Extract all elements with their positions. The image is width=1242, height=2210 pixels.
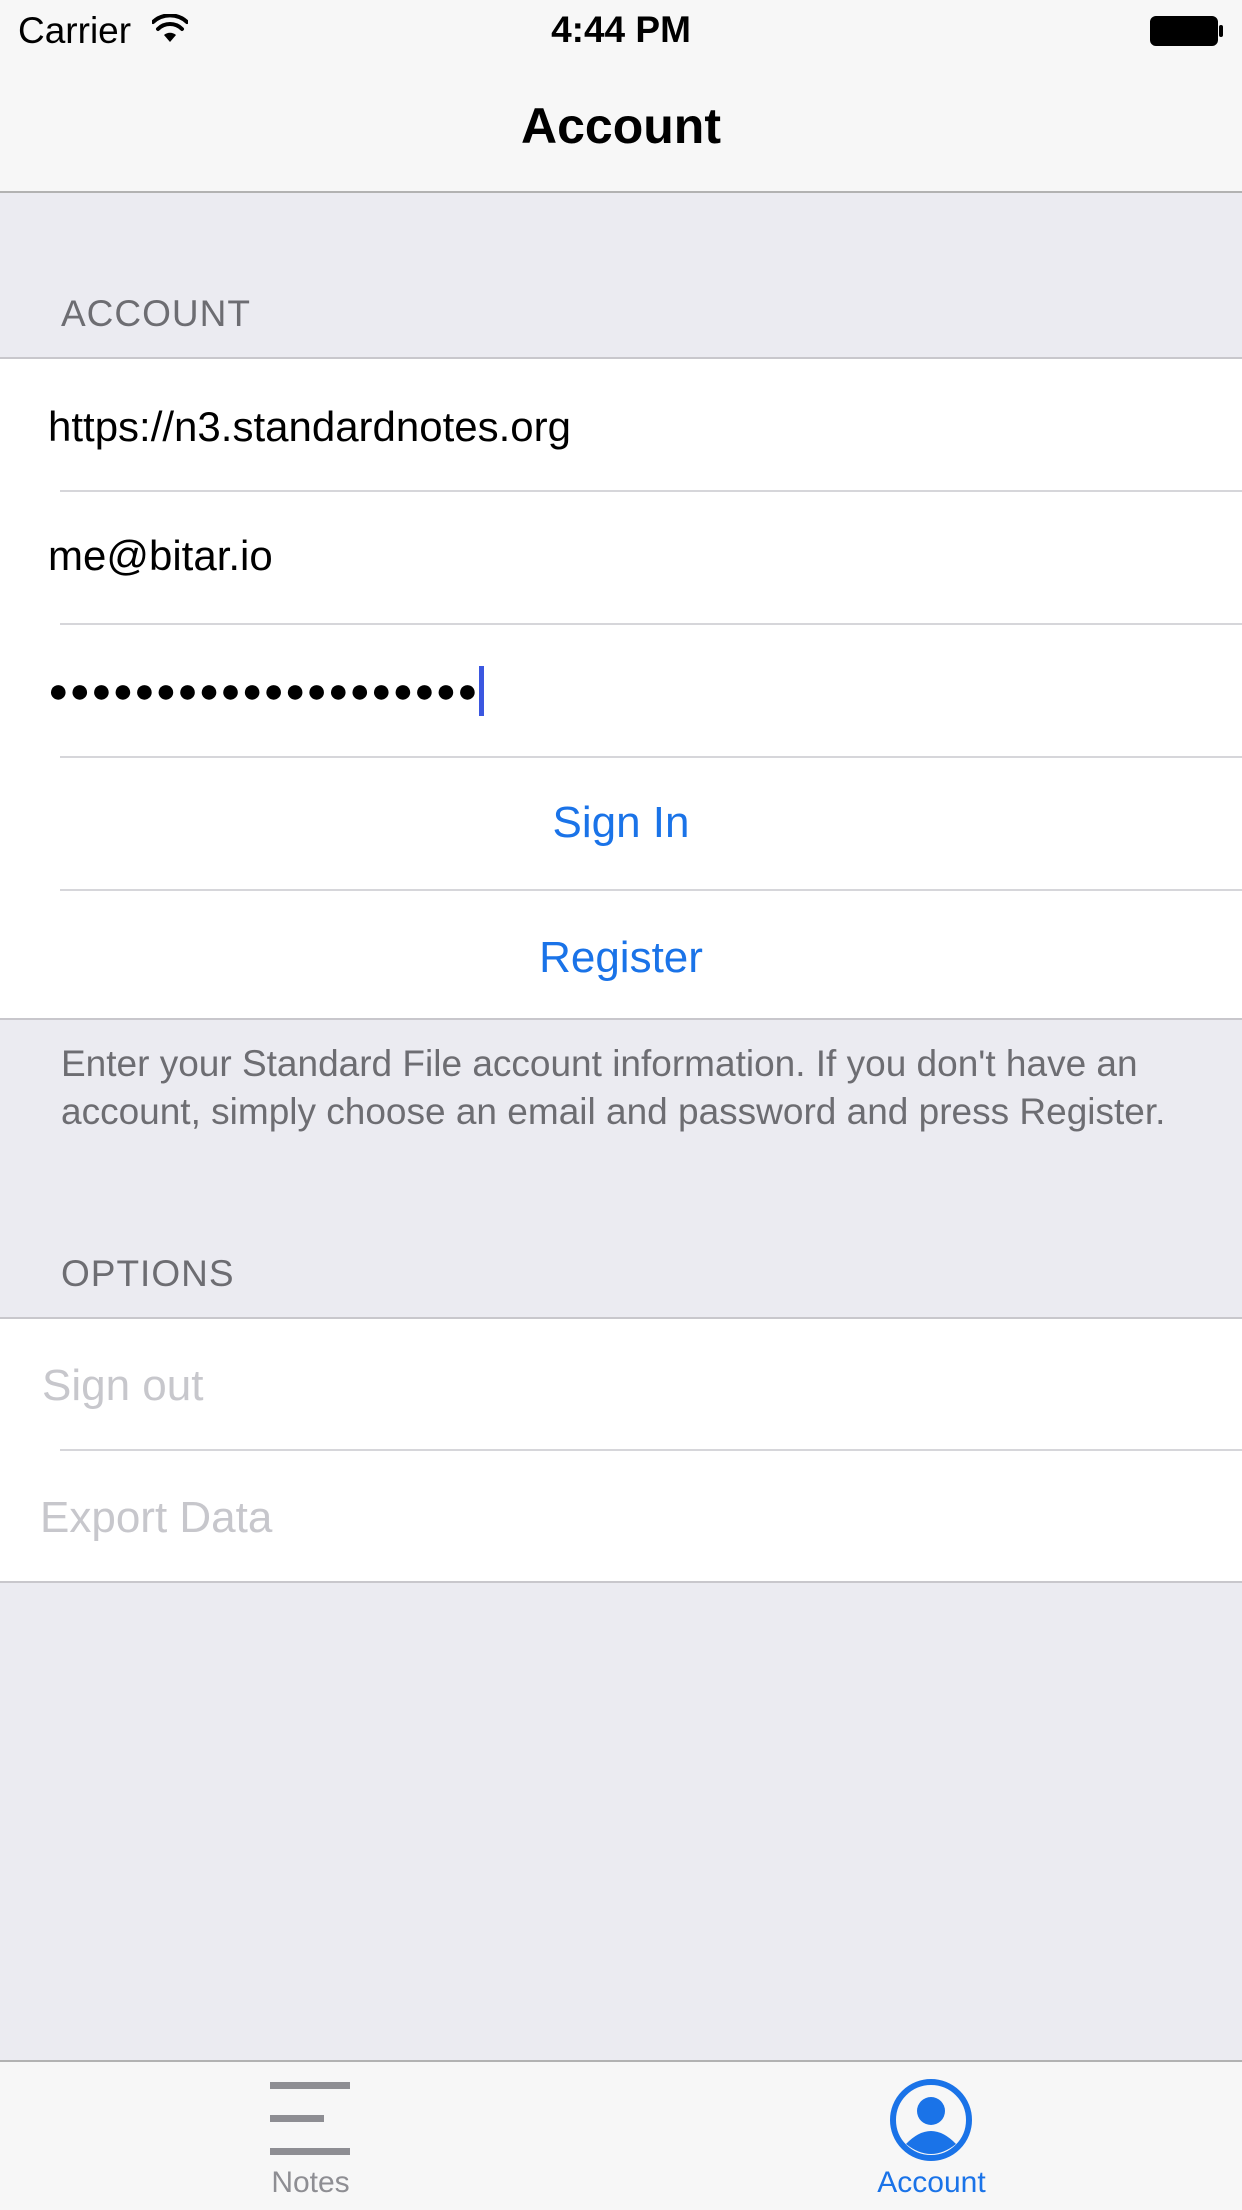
tab-notes[interactable]: Notes	[0, 2062, 621, 2210]
password-value: ●●●●●●●●●●●●●●●●●●●●	[48, 671, 479, 710]
sign-out-label: Sign out	[42, 1361, 204, 1410]
navigation-bar: Account	[0, 60, 1242, 193]
tab-notes-label: Notes	[271, 2166, 350, 2199]
account-section-header: ACCOUNT	[61, 293, 251, 334]
account-footer-text: Enter your Standard File account informa…	[61, 1043, 1166, 1132]
page-title: Account	[521, 98, 721, 154]
tab-bar: Notes Account	[0, 2060, 1242, 2210]
export-data-label: Export Data	[40, 1493, 273, 1542]
account-circle-icon	[890, 2079, 972, 2161]
status-time: 4:44 PM	[551, 9, 691, 50]
menu-lines-icon	[270, 2082, 350, 2155]
password-field[interactable]: ●●●●●●●●●●●●●●●●●●●●	[0, 625, 1242, 756]
email-value: me@bitar.io	[48, 532, 273, 579]
tab-account[interactable]: Account	[621, 2062, 1242, 2210]
server-field[interactable]: https://n3.standardnotes.org	[0, 359, 1242, 490]
sign-in-label: Sign In	[552, 798, 690, 847]
status-bar: Carrier 4:44 PM	[0, 0, 1242, 60]
register-label: Register	[539, 933, 703, 982]
battery-icon	[1150, 16, 1223, 46]
sign-out-button[interactable]: Sign out	[0, 1319, 1242, 1450]
options-group: Sign out Export Data	[0, 1317, 1242, 1583]
export-data-button[interactable]: Export Data	[0, 1451, 1242, 1582]
server-value: https://n3.standardnotes.org	[48, 403, 572, 450]
text-cursor	[478, 666, 484, 716]
sign-in-button[interactable]: Sign In	[0, 758, 1242, 889]
account-form-group: https://n3.standardnotes.org me@bitar.io…	[0, 357, 1242, 1020]
email-field[interactable]: me@bitar.io	[0, 492, 1242, 623]
options-section-header: OPTIONS	[61, 1253, 235, 1294]
password-input-wrapper: ●●●●●●●●●●●●●●●●●●●●	[48, 665, 484, 717]
tab-account-label: Account	[877, 2166, 986, 2199]
register-button[interactable]: Register	[0, 891, 1242, 1022]
